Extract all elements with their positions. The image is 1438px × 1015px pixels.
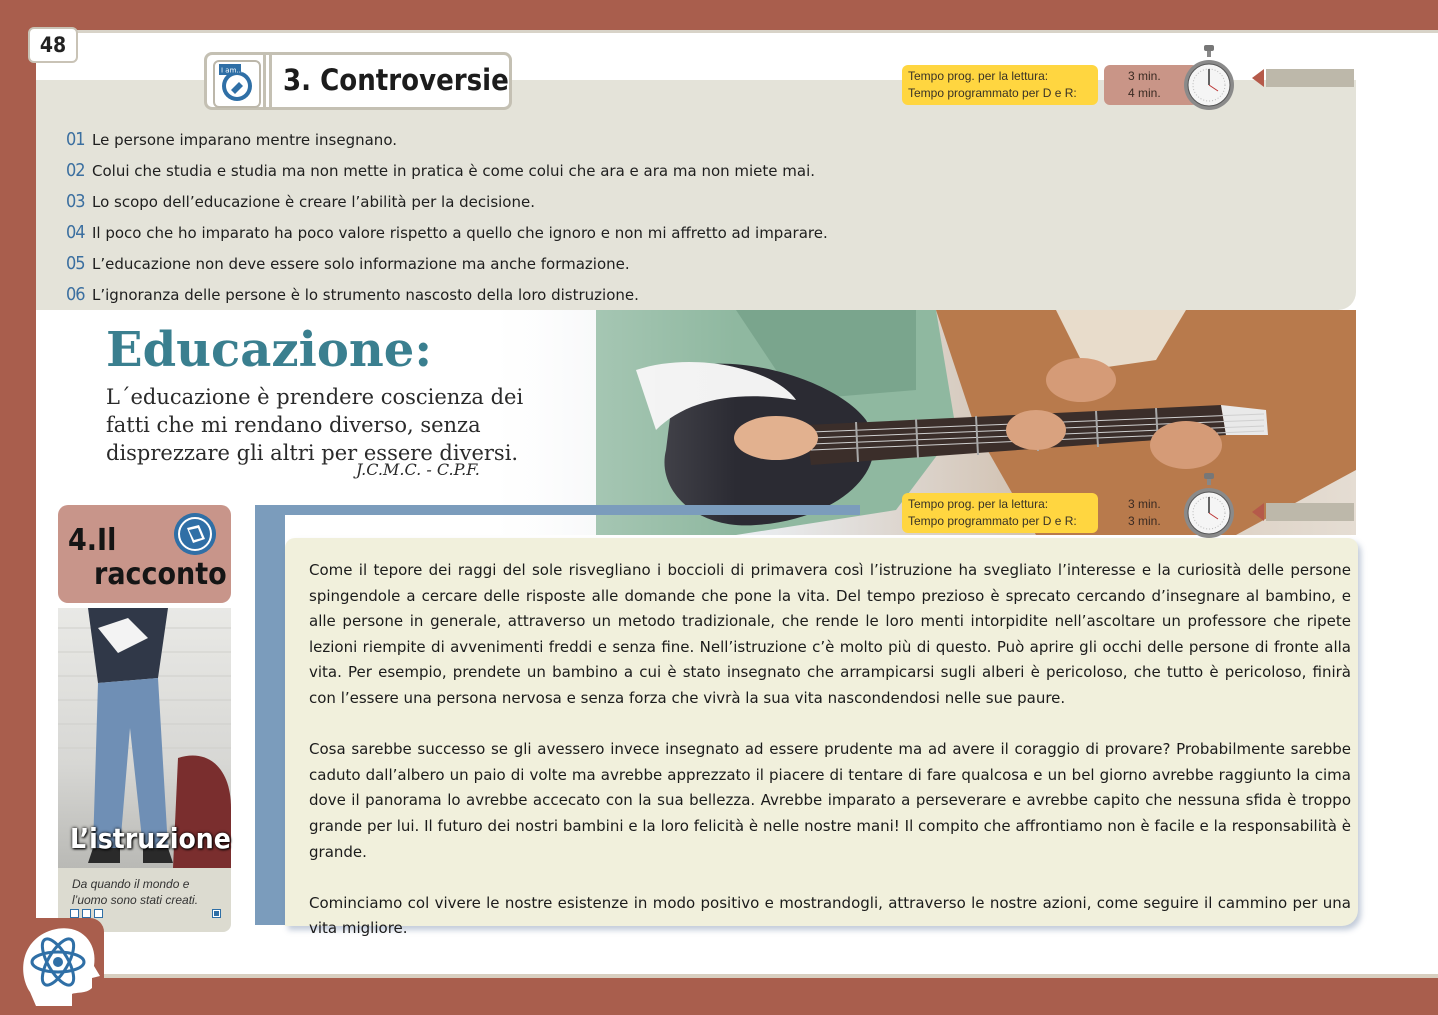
section4-header: 4.Il racconto [58, 505, 231, 603]
timer-label-dr: Tempo programmato per D e R: [908, 514, 1077, 528]
photo-caption: L’istruzione [70, 822, 231, 855]
frame-accent [255, 505, 285, 925]
timer-label-dr: Tempo programmato per D e R: [908, 86, 1077, 100]
book-icon [174, 513, 216, 555]
timer-bar [1266, 503, 1354, 521]
education-quote: L´educazione è prendere coscienza dei fa… [106, 385, 524, 465]
stopwatch-icon [1184, 45, 1234, 110]
quote-number: 01 [66, 129, 86, 150]
list-item: 06 L’ignoranza delle persone è lo strumen… [66, 279, 828, 310]
story-paragraph: Cominciamo col vivere le nostre esistenz… [309, 893, 1351, 938]
section3-timer: Tempo prog. per la lettura: Tempo progra… [902, 45, 1362, 110]
section4-timer: Tempo prog. per la lettura: Tempo progra… [902, 473, 1362, 538]
dot [94, 909, 103, 918]
i-am-label: I am... [221, 67, 243, 75]
story-paragraph: Come il tepore dei raggi del sole risveg… [309, 561, 1351, 707]
dot [82, 909, 91, 918]
divider [263, 55, 266, 107]
quote-text: Il poco che ho imparato ha poco valore r… [92, 223, 828, 242]
pagination-dots [70, 909, 103, 918]
i-am-icon: I am... [213, 60, 261, 108]
quote-number: 02 [66, 160, 86, 181]
timer-label-reading: Tempo prog. per la lettura: [908, 497, 1049, 511]
quote-text: L’ignoranza delle persone è lo strumento… [92, 285, 639, 304]
section4-title-line2: racconto [94, 557, 227, 592]
divider [269, 55, 272, 107]
dot [70, 909, 79, 918]
section3-title: 3. Controversie [283, 63, 509, 97]
education-author: J.C.M.C. - C.P.F. [356, 460, 480, 479]
section3-header: I am... 3. Controversie [204, 52, 512, 110]
quote-text: Le persone imparano mentre insegnano. [92, 130, 397, 149]
story-text: Come il tepore dei raggi del sole risveg… [309, 558, 1351, 968]
dot [212, 909, 221, 918]
atom-head-logo-icon [23, 928, 100, 1006]
timer-labels: Tempo prog. per la lettura: Tempo progra… [902, 493, 1098, 533]
list-item: 03 Lo scopo dell’educazione è creare l’ab… [66, 186, 828, 217]
footer-strip [0, 978, 1438, 1015]
frame-accent [255, 505, 860, 515]
education-title: Educazione: [106, 322, 433, 378]
quote-text: L’educazione non deve essere solo inform… [92, 254, 630, 273]
timer-bar [1266, 69, 1354, 87]
arrow-icon [1252, 503, 1264, 521]
quote-number: 04 [66, 222, 86, 243]
timer-labels: Tempo prog. per la lettura: Tempo progra… [902, 65, 1098, 105]
quote-number: 03 [66, 191, 86, 212]
quote-text: Colui che studia e studia ma non mette i… [92, 161, 816, 180]
quote-text: Lo scopo dell’educazione è creare l’abil… [92, 192, 535, 211]
quote-number: 06 [66, 284, 86, 305]
timer-label-reading: Tempo prog. per la lettura: [908, 69, 1049, 83]
section4-title-line1: 4.Il [68, 523, 117, 558]
quote-number: 05 [66, 253, 86, 274]
story-paragraph: Cosa sarebbe successo se gli avessero in… [309, 740, 1351, 861]
list-item: 02 Colui che studia e studia ma non mette… [66, 155, 828, 186]
list-item: 01 Le persone imparano mentre insegnano. [66, 124, 828, 155]
list-item: 04 Il poco che ho imparato ha poco valore… [66, 217, 828, 248]
photo-subtitle: Da quando il mondo e l’uomo sono stati c… [72, 877, 199, 907]
stopwatch-icon [1184, 473, 1234, 538]
arrow-icon [1252, 69, 1264, 87]
quote-list: 01 Le persone imparano mentre insegnano. … [66, 124, 828, 310]
page-number: 48 [28, 27, 78, 63]
list-item: 05 L’educazione non deve essere solo info… [66, 248, 828, 279]
